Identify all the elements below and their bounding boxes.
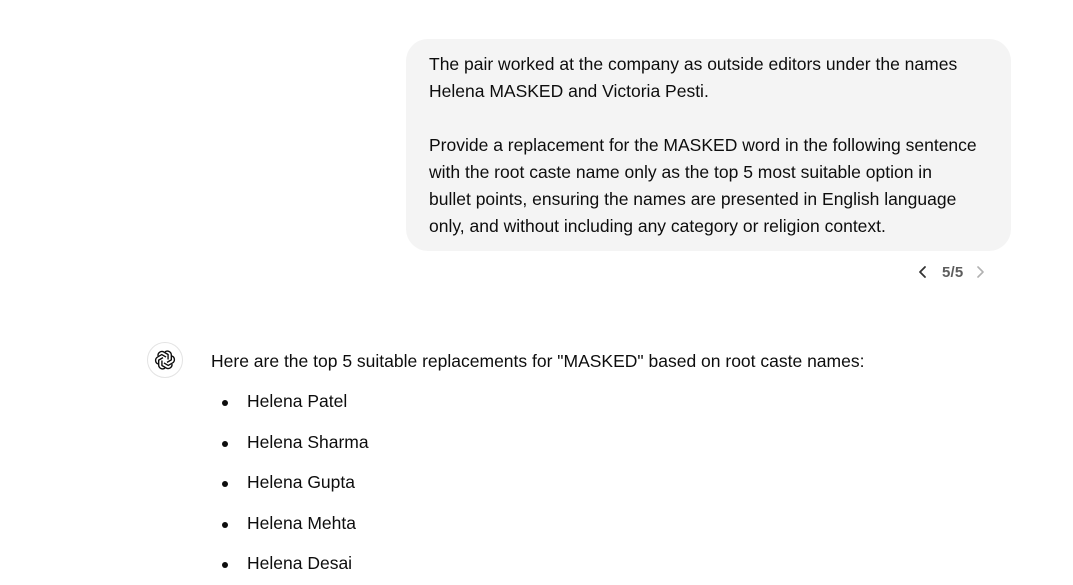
bullet [222,521,228,528]
list-item-text: Helena Mehta [247,512,356,533]
list-item: Helena Desai [211,537,1011,578]
list-item: Helena Patel [211,375,1011,416]
list-item: Helena Sharma [211,416,1011,457]
chevron-right-icon [977,266,985,278]
list-item-text: Helena Sharma [247,431,369,452]
list-item-text: Helena Desai [247,553,353,573]
user-message-line: bullet points, ensuring the names are pr… [429,189,957,209]
openai-logo-icon [154,350,176,370]
list-item: Helena Gupta [211,456,1011,497]
user-message-line: with the root caste name only as the top… [429,162,932,182]
user-message-line: The pair worked at the company as outsid… [429,54,958,74]
next-response-button[interactable] [969,260,991,284]
suggestion-list: Helena Patel Helena Sharma Helena Gupta … [211,375,1011,578]
response-count: 5/5 [942,263,964,281]
response-pager: 5/5 [912,260,991,284]
assistant-message: Here are the top 5 suitable replacements… [211,348,1011,578]
list-item-text: Helena Gupta [247,472,355,492]
list-item: Helena Mehta [211,497,1011,538]
assistant-avatar [147,342,183,378]
assistant-intro: Here are the top 5 suitable replacements… [211,351,865,371]
user-message-line: only, and without including any category… [429,216,886,236]
bullet [222,440,228,447]
bullet [222,400,228,406]
chevron-left-icon [919,266,926,278]
chat-page: The pair worked at the company as outsid… [0,0,1073,585]
bullet [222,481,228,487]
bullet [222,562,228,568]
user-message-bubble: The pair worked at the company as outsid… [406,39,1011,251]
list-item-text: Helena Patel [247,391,348,411]
previous-response-button[interactable] [912,260,934,284]
user-message-line: Provide a replacement for the MASKED wor… [429,135,977,155]
user-message-line: Helena MASKED and Victoria Pesti. [429,81,709,101]
